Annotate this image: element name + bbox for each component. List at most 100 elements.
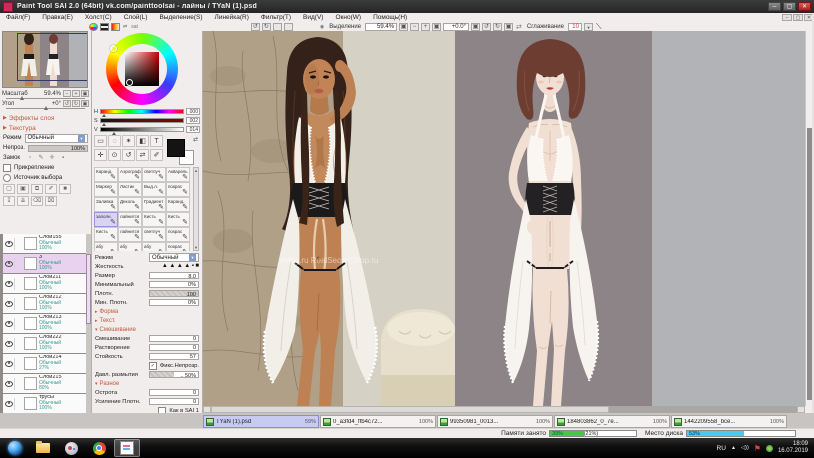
min-density-input[interactable]: 0% — [149, 299, 199, 306]
layer-row[interactable]: Слой211 Обычный 100% — [3, 274, 91, 293]
layer-visibility-toggle[interactable] — [4, 378, 15, 390]
toolbar-spacer-button[interactable] — [273, 23, 282, 31]
blur-pressure-slider[interactable]: .. 50% — [149, 371, 199, 378]
delete-layer-icon[interactable]: ⌧ — [45, 196, 57, 206]
scroll-corner-button[interactable] — [203, 406, 211, 413]
layer-row[interactable]: Слой155 Обычный 100% — [3, 234, 91, 253]
brush-preset[interactable]: абу ✎ — [94, 242, 118, 251]
angle-value[interactable]: +0.0° — [443, 23, 469, 31]
duplicate-layer-icon[interactable]: ⧉ — [31, 184, 43, 194]
selection-source-row[interactable]: Источник выбора — [0, 173, 91, 183]
scrollbar-thumb[interactable] — [86, 254, 91, 324]
layer-style-icon[interactable]: ✐ — [45, 184, 57, 194]
v-value[interactable]: 014 — [186, 126, 200, 133]
line-tool-icon[interactable]: ⟍ — [596, 22, 602, 32]
menu-item[interactable]: Выделение(S) — [153, 14, 208, 21]
rotate-cw-button[interactable]: ↻ — [493, 23, 502, 31]
color-mixer-toggle-icon[interactable] — [111, 23, 120, 31]
menu-item[interactable]: Вид(V) — [297, 14, 329, 21]
brush-preset[interactable]: покрас ✎ — [166, 227, 190, 242]
swap-colors-icon[interactable]: ⇄ — [123, 24, 127, 30]
layer-row[interactable]: Слой214 Обычный 27% — [3, 354, 91, 373]
hardness-shape-icon[interactable]: ▲ — [177, 263, 183, 270]
nav-zoom-out-button[interactable]: − — [63, 90, 71, 97]
document-tab[interactable]: TYaN (1).psd 59% — [203, 415, 319, 428]
action-center-flag-icon[interactable]: ⚑ — [754, 444, 761, 453]
layer-row[interactable]: Слой212 Обычный 100% — [3, 294, 91, 313]
menu-item[interactable]: Фильтр(T) — [255, 14, 297, 21]
brush-preset[interactable]: Деколь ✎ — [118, 197, 142, 212]
brush-preset[interactable]: Аэрограф ✎ — [118, 167, 142, 182]
maximize-button[interactable]: ▢ — [783, 2, 796, 11]
shape-section[interactable]: ▸Форма — [94, 307, 200, 316]
move-tool[interactable]: ✛ — [94, 149, 107, 161]
menu-item[interactable]: Правка(E) — [36, 14, 79, 21]
smoothing-value[interactable]: 10 — [568, 23, 582, 31]
flip-tool[interactable]: ⇄ — [136, 149, 149, 161]
doc-restore-button[interactable]: ▢ — [793, 14, 803, 21]
scroll-corner-button[interactable] — [797, 406, 805, 413]
brush-preset[interactable]: лайнится ✎ — [118, 227, 142, 242]
color-wheel[interactable] — [106, 33, 178, 105]
select-pen-tool[interactable]: ◧ — [136, 135, 149, 147]
brush-preset[interactable]: Кисть ✎ — [166, 212, 190, 227]
blend-section[interactable]: ▾Смешивание — [94, 325, 200, 334]
hardness-shape-icon[interactable]: ■ — [195, 263, 199, 270]
paint-taskbar-button[interactable] — [58, 439, 84, 457]
scale-slider[interactable] — [6, 98, 85, 99]
document-tab[interactable]: 184803862_0_7e... 100% — [554, 415, 670, 428]
close-button[interactable]: ✕ — [798, 2, 811, 11]
document-tab[interactable]: 99350981_0013... 100% — [437, 415, 553, 428]
vertical-scrollbar[interactable] — [805, 31, 812, 406]
text-tool[interactable]: T — [150, 135, 163, 147]
nav-zoom-in-button[interactable]: + — [72, 90, 80, 97]
brush-preset[interactable]: светлуч ✎ — [142, 227, 166, 242]
layer-visibility-toggle[interactable] — [4, 298, 15, 310]
layer-row[interactable]: Слой213 Обычный 100% — [3, 314, 91, 333]
transfer-down-icon[interactable]: ⇊ — [17, 196, 29, 206]
brush-preset[interactable]: Выд.л. ✎ — [142, 182, 166, 197]
navigator-view-frame[interactable] — [17, 33, 88, 81]
new-layer-icon[interactable]: ▢ — [3, 184, 15, 194]
brush-preset[interactable]: Кисть ✎ — [142, 212, 166, 227]
menu-item[interactable]: Файл(F) — [0, 14, 36, 21]
nav-rotate-ccw-button[interactable]: ↺ — [63, 100, 71, 107]
layer-row[interactable]: Слой215 Обычный 80% — [3, 374, 91, 393]
brush-preset[interactable]: абу ✎ — [142, 242, 166, 251]
lock-all-icon[interactable]: ▪ — [59, 154, 67, 162]
sai-taskbar-button[interactable] — [114, 439, 140, 457]
layer-visibility-toggle[interactable] — [4, 278, 15, 290]
persistence-input[interactable]: 57 — [149, 353, 199, 360]
layer-list-scrollbar[interactable] — [86, 234, 91, 413]
menu-item[interactable]: Слой(L) — [118, 14, 154, 21]
undo-button[interactable]: ↺ — [251, 23, 260, 31]
smoothing-dropdown-button[interactable]: ▼ — [584, 23, 593, 31]
brush-preset[interactable]: Ластик ✎ — [118, 182, 142, 197]
redo-button[interactable]: ↻ — [262, 23, 271, 31]
language-indicator[interactable]: RU — [717, 445, 726, 452]
dissolve-input[interactable]: 0 — [149, 344, 199, 351]
zoom-in-button[interactable]: + — [421, 23, 430, 31]
canvas[interactable]: xMag.ru RealSecretShop.ru — [203, 31, 805, 406]
blend-input[interactable]: 0 — [149, 335, 199, 342]
brush-preset[interactable]: Каранд. ✎ — [166, 197, 190, 212]
lock-move-icon[interactable]: ✛ — [48, 154, 56, 162]
zoom-fit-button[interactable]: ▣ — [432, 23, 441, 31]
texture-section[interactable]: ▸Текст. — [94, 316, 200, 325]
rotate-ccw-button[interactable]: ↺ — [482, 23, 491, 31]
start-button[interactable] — [2, 439, 28, 457]
brush-mode-dropdown[interactable]: Обычный ▼ — [149, 253, 199, 262]
layer-visibility-toggle[interactable] — [4, 398, 15, 410]
hardness-shape-icon[interactable]: ▲ — [169, 263, 175, 270]
minimize-button[interactable]: – — [768, 2, 781, 11]
menu-item[interactable]: Окно(W) — [329, 14, 367, 21]
merge-down-icon[interactable]: ↧ — [3, 196, 15, 206]
explorer-taskbar-button[interactable] — [30, 439, 56, 457]
brush-preset[interactable]: заполн. ✎ — [94, 212, 118, 227]
rotate-tool[interactable]: ↺ — [122, 149, 135, 161]
hardness-shape-icon[interactable]: ▲ — [162, 263, 168, 270]
layer-mode-dropdown[interactable]: Обычный ▼ — [25, 134, 89, 143]
navigator-thumbnail[interactable] — [2, 31, 88, 88]
lock-pencil-icon[interactable]: ✎ — [37, 154, 45, 162]
nav-zoom-reset-button[interactable]: ▣ — [81, 90, 89, 97]
